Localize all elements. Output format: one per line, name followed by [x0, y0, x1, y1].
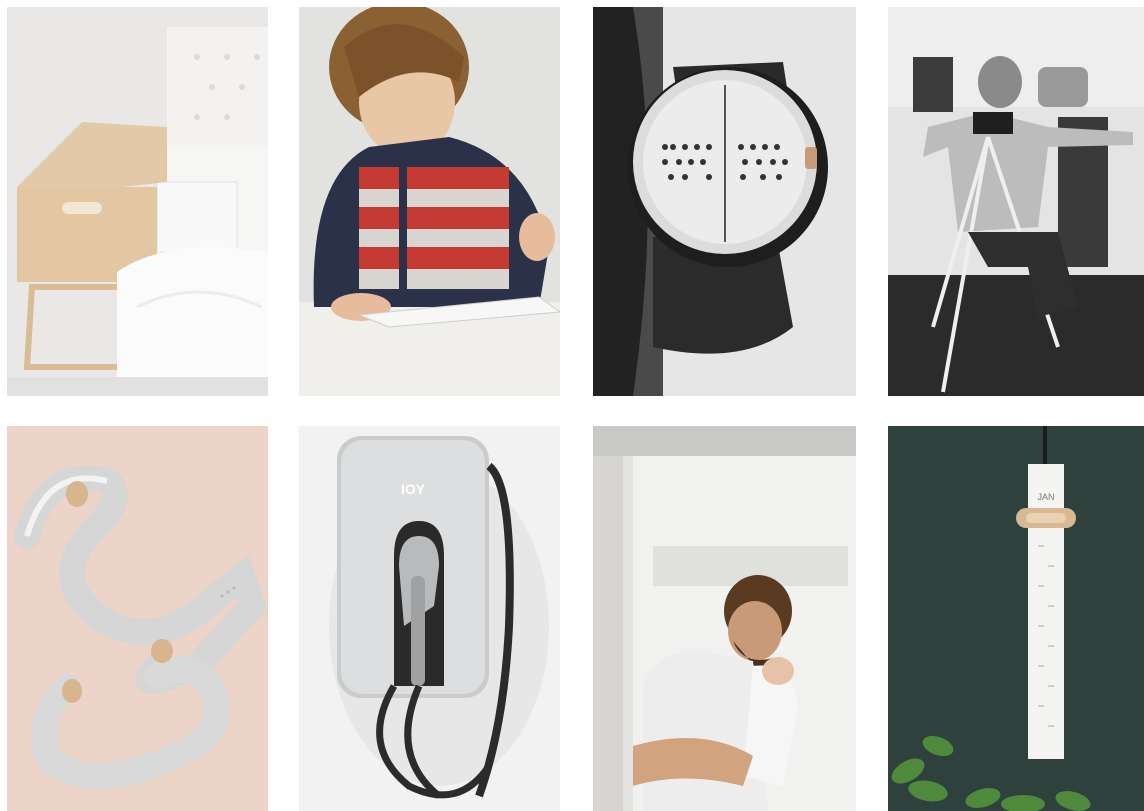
photo-wall-calendar[interactable]: JAN: [888, 426, 1144, 811]
photo-man-tripod[interactable]: [888, 7, 1144, 396]
photo-child-tablet[interactable]: [299, 7, 560, 396]
calendar-month: JAN: [1037, 492, 1054, 502]
photo-bassinet[interactable]: [7, 7, 268, 396]
photo-ribbon-hook[interactable]: [7, 426, 268, 811]
photo-father-baby[interactable]: [593, 426, 856, 811]
photo-ev-charger[interactable]: IOY: [299, 426, 560, 811]
charger-logo: IOY: [401, 481, 426, 497]
photo-braille-watch[interactable]: [593, 7, 856, 396]
